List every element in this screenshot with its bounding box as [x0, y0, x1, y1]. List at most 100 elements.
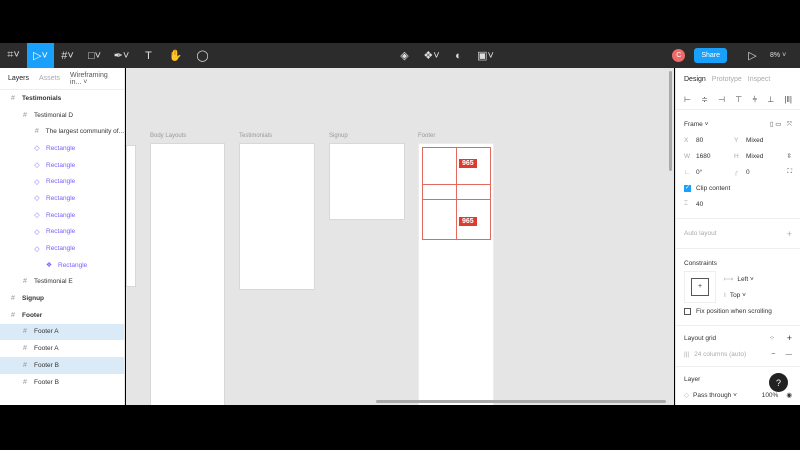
grid-columns-icon[interactable]: ||| [684, 351, 689, 358]
zoom-value: 8% [770, 52, 781, 59]
create-component-icon[interactable]: ❖˅ [418, 43, 445, 68]
layer-row[interactable]: # Footer [0, 307, 124, 324]
remove-grid-icon[interactable]: — [786, 351, 793, 358]
tab-prototype[interactable]: Prototype [712, 76, 742, 83]
constraint-widget[interactable]: + [684, 271, 716, 303]
align-middle-icon[interactable]: ⫩ [752, 95, 757, 105]
horizontal-constraint-dropdown[interactable]: Left ˅ [737, 276, 753, 283]
frame-icon: # [23, 361, 27, 369]
spacing-field[interactable]: 40 [696, 201, 703, 208]
frame-label-signup[interactable]: Signup [329, 133, 348, 139]
testimonials-frame[interactable] [239, 143, 315, 290]
avatar[interactable]: C [672, 49, 686, 62]
layer-row[interactable]: # Testimonials [0, 90, 124, 107]
component-instance-icon: ◇ [34, 145, 40, 153]
frame-icon: # [23, 345, 27, 353]
selection-count-badge: 965 [459, 217, 477, 226]
clip-content-checkbox[interactable]: ✓ [684, 184, 691, 192]
tab-layers[interactable]: Layers [8, 75, 29, 82]
frame-label-body-layouts[interactable]: Body Layouts [150, 133, 186, 139]
main-menu-icon[interactable]: ⌗˅ [0, 43, 27, 68]
opacity-field[interactable]: 100% [762, 392, 779, 399]
boolean-icon[interactable]: ▣˅ [472, 43, 499, 68]
frame-dropdown[interactable]: Frame ˅ [684, 121, 708, 128]
blend-mode-value: Pass through [693, 391, 732, 399]
layer-row[interactable]: # Testimonial E [0, 274, 124, 291]
distribute-icon[interactable]: |‖| [784, 95, 791, 104]
signup-frame[interactable] [329, 143, 405, 220]
page-selector[interactable]: Wireframing in... ˅ [70, 72, 116, 86]
layer-row[interactable]: # Testimonial D [0, 107, 124, 124]
pen-tool-icon[interactable]: ✒˅ [108, 43, 135, 68]
canvas[interactable]: Body Layouts Testimonials Signup Footer … [126, 68, 674, 405]
fix-position-checkbox[interactable] [684, 307, 691, 315]
layer-row[interactable]: ❖ Rectangle [0, 257, 124, 274]
blend-icon: ◇ [684, 392, 689, 399]
component-icon[interactable]: ◈ [391, 43, 418, 68]
blend-mode-dropdown[interactable]: Pass through ˅ [693, 392, 737, 399]
frame-orientation-icons[interactable]: ▯ ▭ ⤧ [770, 120, 792, 129]
layer-row[interactable]: # Signup [0, 290, 124, 307]
vertical-constraint-dropdown[interactable]: Top ˅ [730, 292, 746, 299]
align-right-icon[interactable]: ⊣ [718, 95, 725, 104]
frame-label-footer[interactable]: Footer [418, 133, 435, 139]
constrain-proportions-icon[interactable]: ⇳ [787, 152, 792, 160]
add-layout-grid-icon[interactable]: + [787, 333, 792, 343]
tab-inspect[interactable]: Inspect [748, 76, 771, 83]
tab-design[interactable]: Design [684, 76, 706, 83]
grid-visibility-icon[interactable]: ⌣ [771, 350, 775, 358]
hand-tool-icon[interactable]: ✋ [162, 43, 189, 68]
align-left-icon[interactable]: ⊢ [684, 95, 691, 104]
layer-row[interactable]: ◇ Rectangle [0, 157, 124, 174]
layer-row[interactable]: # Footer A [0, 340, 124, 357]
independent-corners-icon[interactable]: ⛶ [787, 168, 792, 176]
radius-field[interactable]: 0 [746, 169, 784, 176]
rotation-field[interactable]: 0° [696, 169, 734, 176]
layer-row[interactable]: # Footer A [0, 323, 124, 341]
footer-frame[interactable]: 965 965 [418, 143, 494, 405]
align-bottom-icon[interactable]: ⊥ [767, 95, 774, 104]
x-field[interactable]: 80 [696, 137, 734, 144]
constraints-heading: Constraints [684, 259, 717, 267]
align-center-icon[interactable]: ≑ [701, 95, 708, 104]
frame-label-testimonials[interactable]: Testimonials [239, 133, 272, 139]
w-field[interactable]: 1680 [696, 153, 734, 160]
layer-row[interactable]: # Footer B [0, 357, 124, 374]
frame-tool-icon[interactable]: #˅ [54, 43, 81, 68]
grid-value[interactable]: 24 columns (auto) [694, 351, 746, 358]
grid-styles-icon[interactable]: ⁘ [769, 334, 774, 342]
layer-row[interactable]: ◇ Rectangle [0, 140, 124, 157]
vertical-scrollbar[interactable] [669, 71, 672, 171]
component-instance-icon: ◇ [34, 162, 40, 170]
layer-name: Rectangle [46, 144, 76, 152]
horizontal-scrollbar[interactable] [376, 400, 666, 403]
help-button[interactable]: ? [769, 373, 788, 392]
frame-icon: # [34, 128, 39, 136]
h-field[interactable]: Mixed [746, 153, 784, 160]
align-top-icon[interactable]: ⊤ [735, 95, 742, 104]
eye-icon[interactable]: ◉ [786, 391, 792, 399]
body-layouts-frame[interactable] [150, 143, 225, 405]
shape-tool-icon[interactable]: □˅ [81, 43, 108, 68]
comment-tool-icon[interactable]: ◯ [189, 43, 216, 68]
layer-row[interactable]: # The largest community of... [0, 123, 124, 140]
layer-row[interactable]: ◇ Rectangle [0, 190, 124, 207]
frame-label: Frame [684, 120, 703, 128]
layer-row[interactable]: ◇ Rectangle [0, 240, 124, 257]
layer-name: Footer B [34, 378, 59, 386]
clip-content-label: Clip content [696, 184, 731, 192]
move-tool-icon[interactable]: ▷˅ [27, 43, 54, 68]
y-field[interactable]: Mixed [746, 137, 784, 144]
share-button[interactable]: Share [694, 48, 727, 63]
layer-row[interactable]: # Footer B [0, 374, 124, 391]
zoom-dropdown[interactable]: 8% ˅ [770, 52, 800, 59]
present-icon[interactable]: ▷ [739, 43, 766, 68]
add-auto-layout-icon[interactable]: + [787, 229, 792, 239]
tab-assets[interactable]: Assets [39, 75, 60, 82]
layer-row[interactable]: ◇ Rectangle [0, 224, 124, 241]
text-tool-icon[interactable]: T [135, 43, 162, 68]
layer-row[interactable]: ◇ Rectangle [0, 207, 124, 224]
mask-icon[interactable]: ◐ [445, 43, 472, 68]
layer-row[interactable]: ◇ Rectangle [0, 173, 124, 190]
component-instance-icon: ◇ [34, 195, 40, 203]
